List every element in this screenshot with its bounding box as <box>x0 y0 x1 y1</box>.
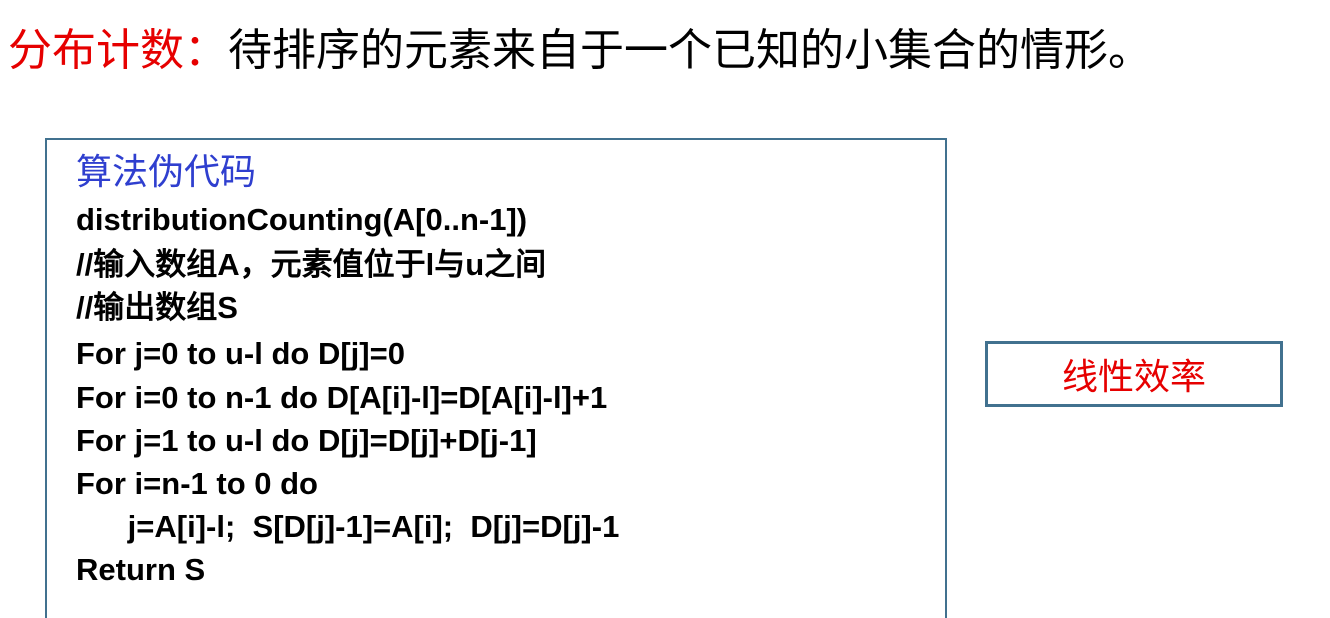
pseudocode-box: 算法伪代码 distributionCounting(A[0..n-1]) //… <box>45 138 947 618</box>
code-line-distribute-body: j=A[i]-l; S[D[j]-1]=A[i]; D[j]=D[j]-1 <box>76 509 620 544</box>
efficiency-label-box: 线性效率 <box>985 341 1283 407</box>
slide-title: 分布计数：待排序的元素来自于一个已知的小集合的情形。 <box>8 22 1152 80</box>
code-line-input-comment: //输入数组A，元素值位于l与u之间 <box>76 247 547 282</box>
code-line-return: Return S <box>76 552 206 587</box>
title-term: 分布计数： <box>8 26 228 75</box>
code-line-distribute-loop: For i=n-1 to 0 do <box>76 466 318 501</box>
efficiency-label: 线性效率 <box>1061 356 1206 397</box>
code-line-init-loop: For j=0 to u-l do D[j]=0 <box>76 336 405 371</box>
code-line-output-comment: //输出数组S <box>76 290 238 325</box>
pseudocode-heading: 算法伪代码 <box>76 151 257 192</box>
code-line-signature: distributionCounting(A[0..n-1]) <box>76 202 528 237</box>
title-description: 待排序的元素来自于一个已知的小集合的情形。 <box>228 26 1152 75</box>
code-line-count-loop: For i=0 to n-1 do D[A[i]-l]=D[A[i]-l]+1 <box>76 380 608 415</box>
code-line-accumulate-loop: For j=1 to u-l do D[j]=D[j]+D[j-1] <box>76 423 537 458</box>
